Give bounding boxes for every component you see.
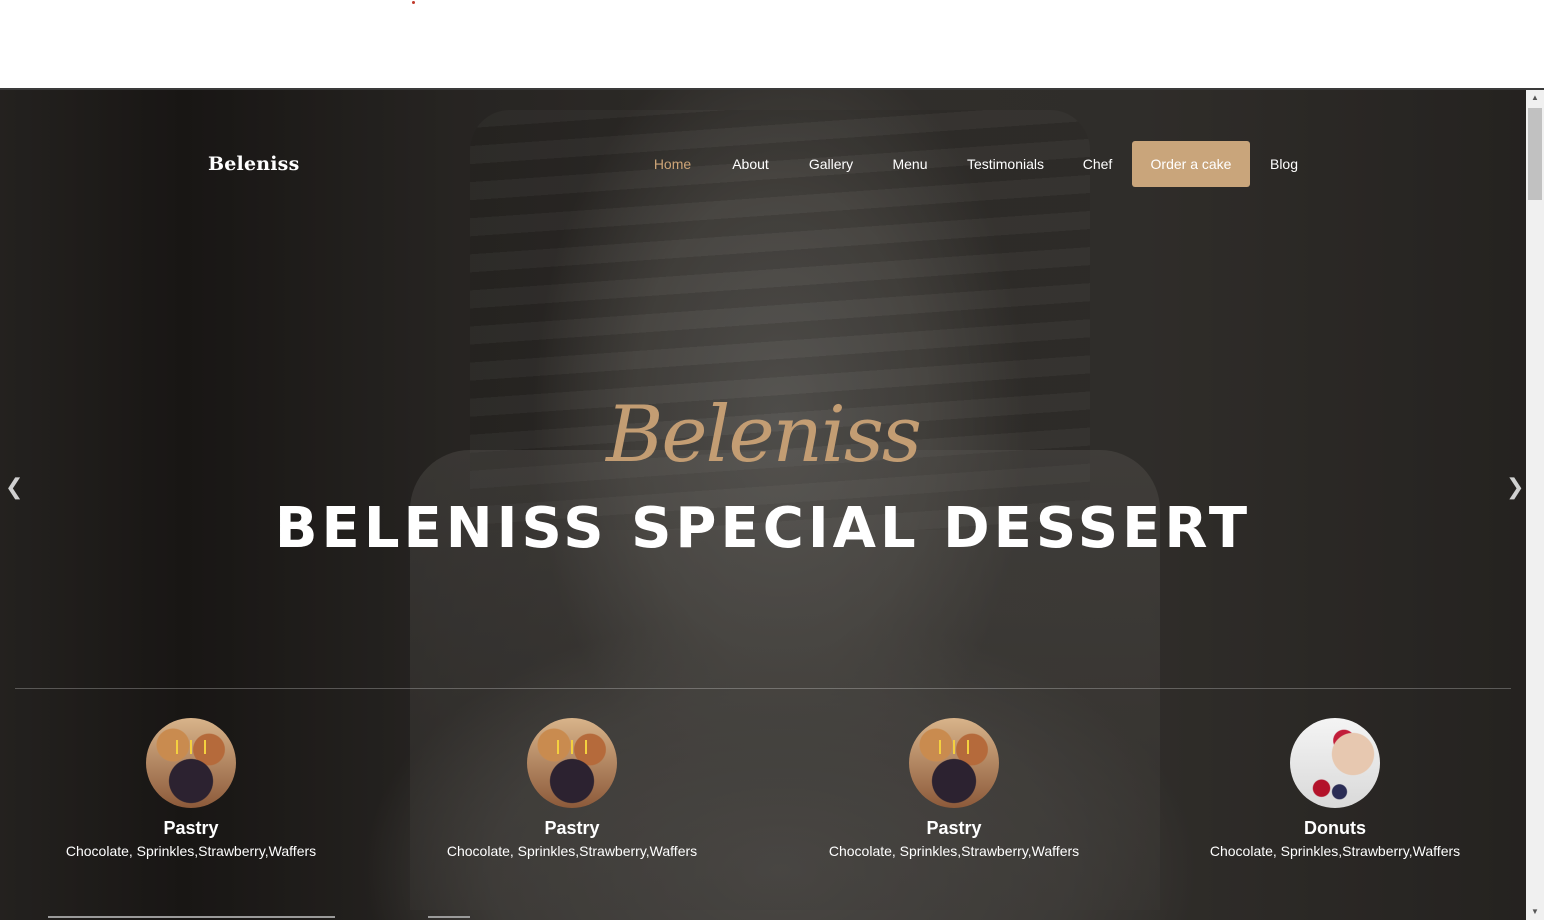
scroll-down-icon[interactable]: ▼: [1526, 904, 1544, 920]
product-name: Donuts: [1304, 818, 1366, 838]
nav-chef[interactable]: Chef: [1074, 141, 1121, 187]
nav-gallery[interactable]: Gallery: [800, 141, 862, 187]
product-card[interactable]: Pastry Chocolate, Sprinkles,Strawberry,W…: [422, 718, 722, 859]
order-cake-button[interactable]: Order a cake: [1132, 141, 1250, 187]
product-name: Pastry: [544, 818, 600, 838]
product-image: [527, 718, 617, 808]
product-card[interactable]: Donuts Chocolate, Sprinkles,Strawberry,W…: [1185, 718, 1485, 859]
product-description: Chocolate, Sprinkles,Strawberry,Waffers: [65, 843, 317, 859]
hero-section: Beleniss Home About Gallery Menu Testimo…: [0, 90, 1526, 920]
product-name: Pastry: [926, 818, 982, 838]
vertical-scrollbar[interactable]: ▲ ▼: [1526, 90, 1544, 920]
product-description: Chocolate, Sprinkles,Strawberry,Waffers: [446, 843, 698, 859]
product-image: [1290, 718, 1380, 808]
horizontal-scrollbar-segment: [428, 916, 470, 918]
product-description: Chocolate, Sprinkles,Strawberry,Waffers: [1209, 843, 1461, 859]
product-card[interactable]: Pastry Chocolate, Sprinkles,Strawberry,W…: [41, 718, 341, 859]
nav-testimonials[interactable]: Testimonials: [958, 141, 1053, 187]
product-name: Pastry: [163, 818, 219, 838]
hero-divider: [15, 688, 1511, 689]
scroll-up-icon[interactable]: ▲: [1526, 90, 1544, 106]
scrollbar-thumb[interactable]: [1528, 108, 1542, 200]
product-description: Chocolate, Sprinkles,Strawberry,Waffers: [828, 843, 1080, 859]
nav-about[interactable]: About: [722, 141, 779, 187]
site-logo[interactable]: Beleniss: [208, 153, 299, 175]
product-card[interactable]: Pastry Chocolate, Sprinkles,Strawberry,W…: [804, 718, 1104, 859]
browser-top-area: [0, 0, 1544, 88]
nav-menu[interactable]: Menu: [883, 141, 937, 187]
horizontal-scrollbar-thumb[interactable]: [48, 916, 335, 918]
nav-home[interactable]: Home: [645, 141, 700, 187]
nav-blog[interactable]: Blog: [1261, 141, 1307, 187]
hero-title: BELENISS SPECIAL DESSERT: [274, 496, 1252, 561]
cursor-dot: [412, 1, 415, 4]
product-image: [146, 718, 236, 808]
product-image: [909, 718, 999, 808]
hero-script-title: Beleniss: [606, 390, 922, 480]
